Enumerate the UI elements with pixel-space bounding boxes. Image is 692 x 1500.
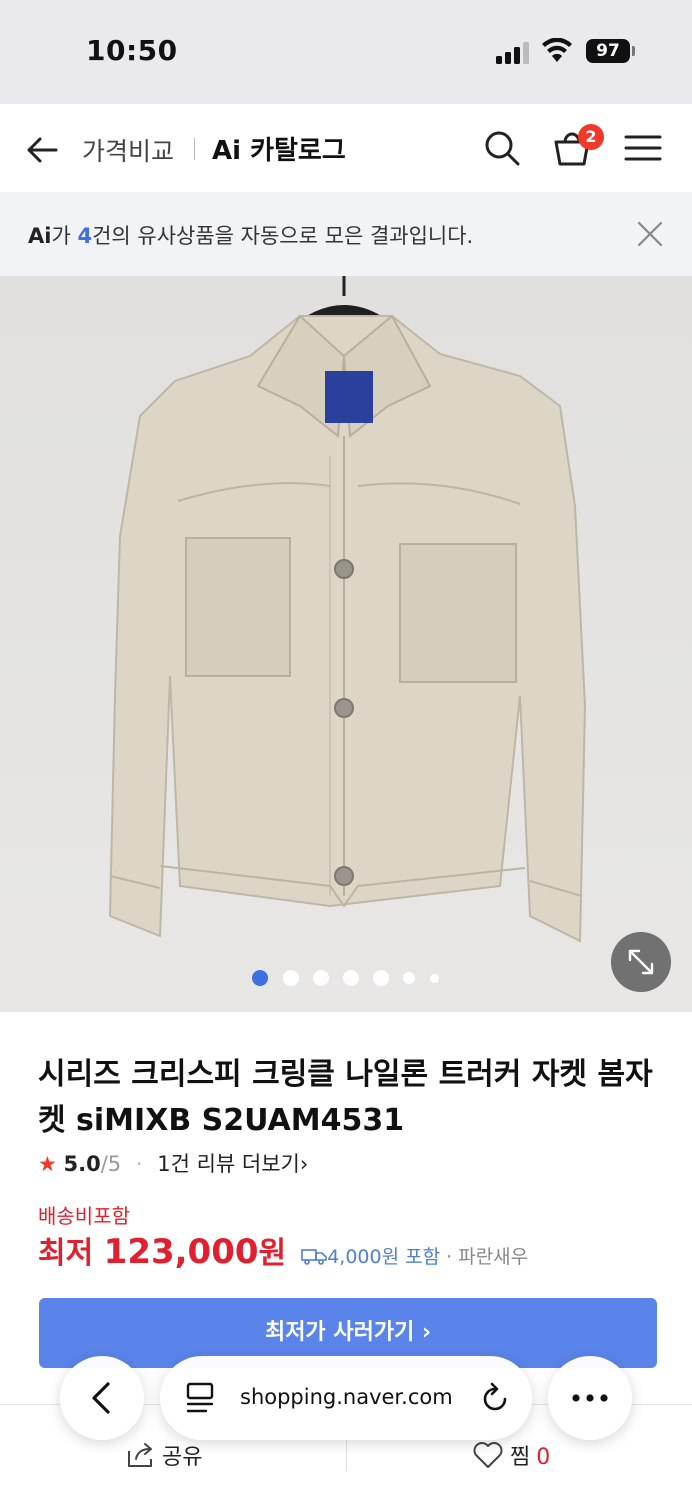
ai-result-banner: Ai가 4건의 유사상품을 자동으로 모은 결과입니다.: [0, 192, 692, 276]
cellular-signal-icon: [496, 42, 529, 64]
carousel-dot[interactable]: [403, 972, 415, 984]
cart-count-badge: 2: [578, 124, 604, 150]
ai-logo: Ai: [28, 224, 52, 248]
more-icon: [572, 1394, 608, 1402]
review-link-label: 1건 리뷰 더보기: [157, 1152, 300, 1176]
search-icon[interactable]: [482, 128, 522, 168]
browser-address-bar[interactable]: shopping.naver.com: [160, 1356, 532, 1440]
share-label: 공유: [162, 1445, 203, 1470]
menu-icon[interactable]: [624, 132, 662, 164]
seller-name[interactable]: 파란새우: [458, 1246, 528, 1268]
review-link[interactable]: 1건 리뷰 더보기›: [157, 1152, 308, 1176]
rating-max: /5: [100, 1152, 122, 1176]
carousel-dot[interactable]: [252, 970, 268, 986]
browser-url: shopping.naver.com: [240, 1385, 453, 1409]
header-title-ai-catalog: Ai 카탈로그: [212, 136, 346, 166]
app-header: 가격비교 Ai 카탈로그 2: [0, 104, 692, 192]
reader-icon[interactable]: [184, 1380, 218, 1416]
star-icon: ★: [38, 1152, 57, 1176]
price-unit: 원: [258, 1236, 287, 1271]
ai-banner-count: 4: [77, 224, 93, 248]
ai-banner-prefix: 가: [51, 224, 78, 248]
shipping-included-label: 배송비포함: [38, 1204, 130, 1228]
status-bar: 10:50 97: [0, 0, 692, 104]
rating-score: 5.0: [63, 1152, 101, 1176]
header-divider: [194, 138, 195, 160]
wifi-icon: [542, 38, 572, 62]
product-title: 시리즈 크리스피 크링클 나일론 트러커 자켓 봄자켓 siMIXB S2UAM…: [38, 1057, 653, 1138]
ai-banner-suffix: 건의 유사상품을 자동으로 모은 결과입니다.: [92, 224, 474, 248]
shipping-fee-text: 4,000원 포함: [327, 1246, 441, 1268]
wishlist-count: 0: [536, 1445, 551, 1470]
carousel-dot[interactable]: [343, 970, 359, 986]
seller-separator: ·: [440, 1246, 459, 1268]
rating-separator: ·: [135, 1152, 143, 1176]
battery-indicator: 97: [586, 39, 630, 63]
expand-icon[interactable]: [611, 932, 671, 992]
browser-back-button[interactable]: [60, 1356, 144, 1440]
wishlist-label: 찜: [510, 1445, 531, 1470]
carousel-dot[interactable]: [313, 970, 329, 986]
status-time: 10:50: [86, 34, 178, 67]
product-photo: [108, 276, 587, 943]
header-title-price-compare[interactable]: 가격비교: [82, 132, 174, 168]
close-icon[interactable]: [636, 220, 664, 248]
carousel-dot[interactable]: [373, 970, 389, 986]
wishlist-button[interactable]: 찜0: [472, 1439, 550, 1471]
battery-cap: [632, 46, 635, 56]
share-icon: [128, 1443, 152, 1467]
shipping-fee: 4,000원 포함: [301, 1246, 440, 1268]
browser-more-button[interactable]: [548, 1356, 632, 1440]
price-row: 최저 123,000원 4,000원 포함 · 파란새우: [38, 1228, 528, 1272]
price-amount: 123,000: [103, 1232, 259, 1272]
carousel-dot[interactable]: [283, 970, 299, 986]
truck-icon: [301, 1249, 328, 1265]
share-button[interactable]: 공유: [126, 1439, 202, 1471]
reload-icon[interactable]: [478, 1380, 512, 1416]
price-prefix: 최저: [38, 1236, 104, 1271]
rating-row: ★ 5.0/5 · 1건 리뷰 더보기›: [38, 1148, 308, 1178]
chevron-right-icon: ›: [299, 1152, 309, 1176]
chevron-left-icon: [92, 1382, 110, 1414]
back-arrow-icon[interactable]: [22, 130, 62, 170]
product-image-carousel[interactable]: [0, 276, 692, 1012]
heart-icon: [473, 1442, 503, 1468]
ai-banner-text: Ai가 4건의 유사상품을 자동으로 모은 결과입니다.: [28, 220, 473, 250]
carousel-dot[interactable]: [430, 973, 439, 983]
